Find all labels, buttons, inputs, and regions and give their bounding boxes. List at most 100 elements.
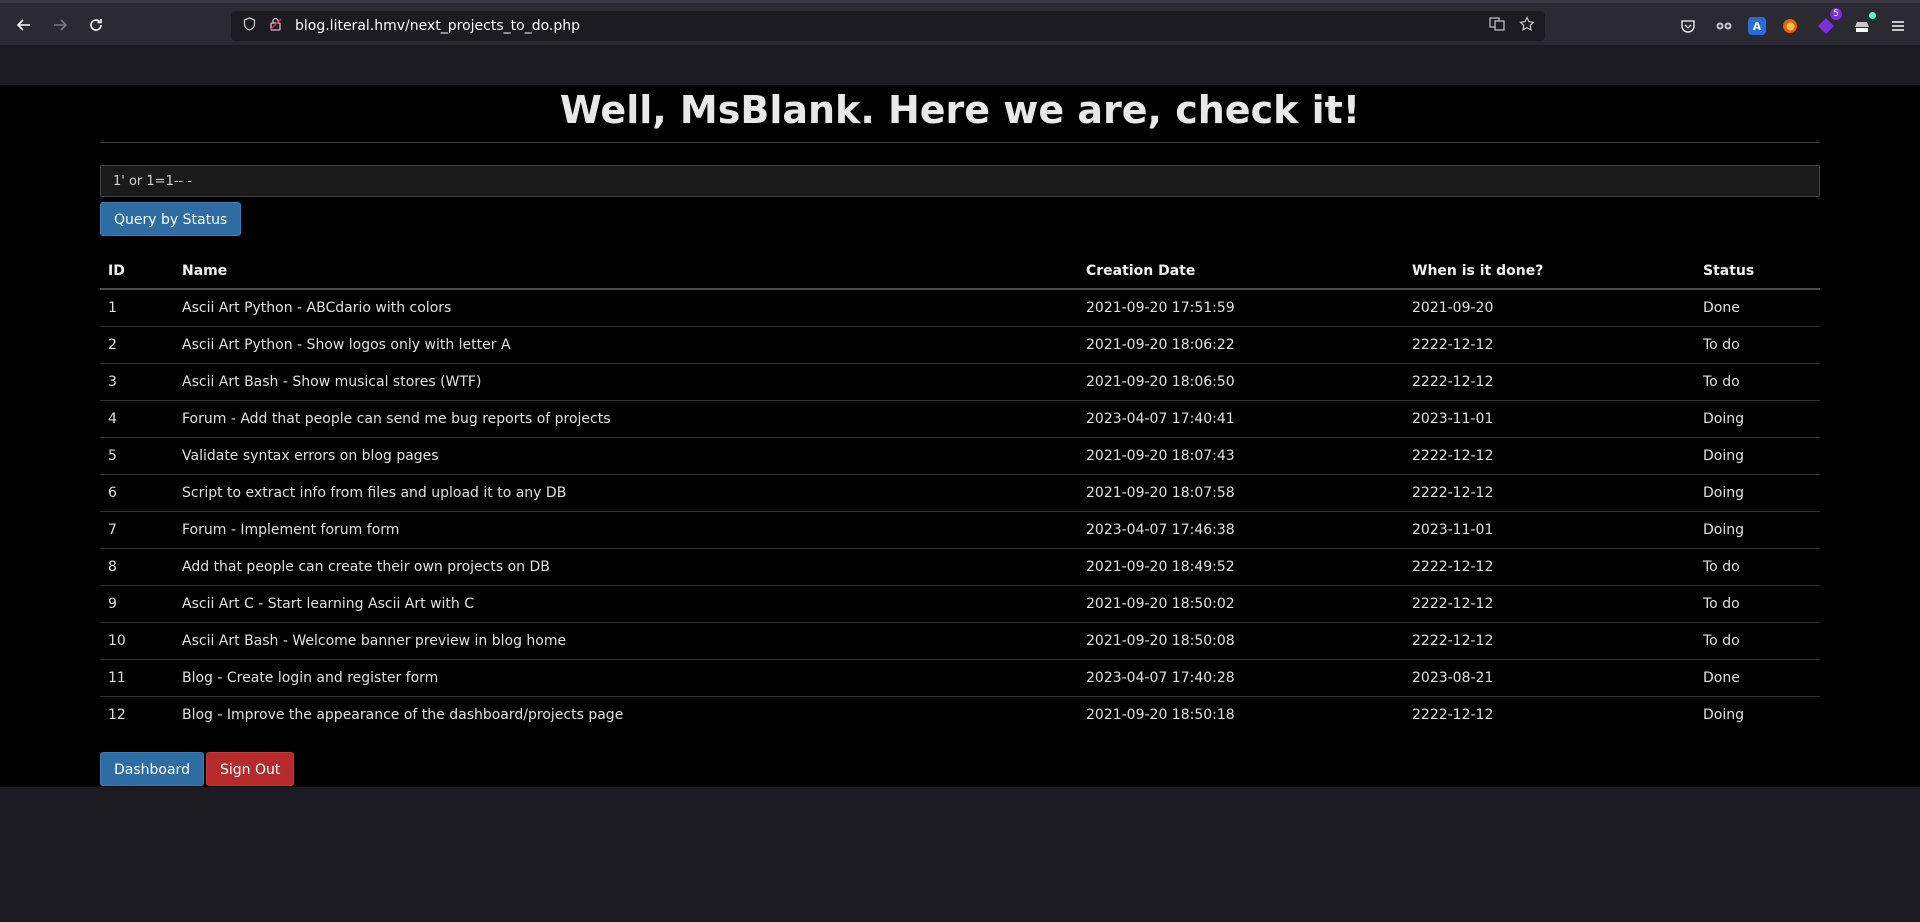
cell-creation-date: 2021-09-20 18:06:50 xyxy=(1078,362,1404,400)
cell-when-done: 2222-12-12 xyxy=(1404,621,1695,659)
projects-table: ID Name Creation Date When is it done? S… xyxy=(100,253,1820,733)
cell-when-done: 2023-11-01 xyxy=(1404,510,1695,548)
cell-name: Forum - Add that people can send me bug … xyxy=(174,399,1078,437)
shield-icon[interactable] xyxy=(241,17,257,35)
dashboard-button[interactable]: Dashboard xyxy=(100,752,204,786)
cell-id: 6 xyxy=(100,473,174,511)
cell-name: Ascii Art Bash - Welcome banner preview … xyxy=(174,621,1078,659)
cell-status: Doing xyxy=(1695,399,1820,437)
cell-name: Ascii Art Python - Show logos only with … xyxy=(174,325,1078,363)
username: MsBlank xyxy=(679,88,861,132)
bookmark-star-icon[interactable] xyxy=(1519,16,1535,36)
cell-status: To do xyxy=(1695,621,1820,659)
cell-creation-date: 2021-09-20 18:07:43 xyxy=(1078,436,1404,474)
query-by-status-button[interactable]: Query by Status xyxy=(100,202,242,236)
table-row: 9 Ascii Art C - Start learning Ascii Art… xyxy=(100,584,1820,622)
translate-extension-icon[interactable]: A xyxy=(1748,17,1766,35)
translate-icon[interactable] xyxy=(1489,16,1505,36)
purple-extension-icon[interactable]: 5 xyxy=(1814,8,1842,38)
table-row: 6 Script to extract info from files and … xyxy=(100,473,1820,511)
cell-creation-date: 2023-04-07 17:46:38 xyxy=(1078,510,1404,548)
cell-name: Blog - Create login and register form xyxy=(174,658,1078,696)
table-row: 11 Blog - Create login and register form… xyxy=(100,658,1820,696)
cell-name: Script to extract info from files and up… xyxy=(174,473,1078,511)
cell-creation-date: 2023-04-07 17:40:41 xyxy=(1078,399,1404,437)
cell-status: Done xyxy=(1695,658,1820,696)
cell-status: Doing xyxy=(1695,695,1820,733)
cell-when-done: 2222-12-12 xyxy=(1404,325,1695,363)
cell-id: 1 xyxy=(108,299,117,316)
status-query-input[interactable] xyxy=(100,165,1820,197)
menu-icon[interactable] xyxy=(1886,14,1910,38)
table-row: 12 Blog - Improve the appearance of the … xyxy=(100,695,1820,733)
cell-id: 5 xyxy=(100,436,174,474)
cell-id: 8 xyxy=(100,547,174,585)
cell-status: Doing xyxy=(1695,436,1820,474)
column-header-status: Status xyxy=(1695,253,1820,290)
table-row: 4 Forum - Add that people can send me bu… xyxy=(100,399,1820,437)
url-text[interactable]: blog.literal.hmv/next_projects_to_do.php xyxy=(295,18,580,34)
cell-name: Validate syntax errors on blog pages xyxy=(174,436,1078,474)
cell-when-done: 2222-12-12 xyxy=(1404,695,1695,733)
cell-id: 9 xyxy=(100,584,174,622)
cell-creation-date: 2021-09-20 18:49:52 xyxy=(1078,547,1404,585)
back-button[interactable] xyxy=(10,13,38,37)
cell-id: 10 xyxy=(100,621,174,659)
cell-id: 11 xyxy=(100,658,174,696)
cell-creation-date: 2021-09-20 18:06:22 xyxy=(1078,325,1404,363)
cell-name: Ascii Art Python - ABCdario with colors xyxy=(182,299,452,316)
forward-arrow-icon xyxy=(54,19,68,31)
glasses-extension-icon[interactable] xyxy=(1712,14,1736,38)
cell-status: Doing xyxy=(1695,510,1820,548)
page-content: Well, MsBlank. Here we are, check it! Qu… xyxy=(0,85,1920,787)
table-row: 7 Forum - Implement forum form 2023-04-0… xyxy=(100,510,1820,548)
browser-toolbar: blog.literal.hmv/next_projects_to_do.php… xyxy=(0,0,1920,45)
firefox-extension-icon[interactable] xyxy=(1778,14,1802,38)
reload-button[interactable] xyxy=(82,13,110,37)
cell-name: Blog - Improve the appearance of the das… xyxy=(174,695,1078,733)
cell-id: 4 xyxy=(100,399,174,437)
cell-creation-date: 2021-09-20 18:50:08 xyxy=(1078,621,1404,659)
extension-badge: 5 xyxy=(1830,8,1842,20)
reload-icon xyxy=(90,19,102,31)
cell-creation-date: 2021-09-20 18:07:58 xyxy=(1078,473,1404,511)
lock-icon[interactable] xyxy=(267,17,283,35)
forward-button[interactable] xyxy=(46,13,74,37)
pocket-icon[interactable] xyxy=(1676,14,1700,38)
cell-creation-date: 2021-09-20 17:51:59 xyxy=(1086,299,1235,316)
cell-status: Done xyxy=(1703,299,1740,316)
column-header-id: ID xyxy=(100,253,174,290)
table-header-row: ID Name Creation Date When is it done? S… xyxy=(100,253,1820,290)
column-header-name: Name xyxy=(174,253,1078,290)
page-title: Well, MsBlank. Here we are, check it! xyxy=(559,88,1361,132)
cell-status: Doing xyxy=(1695,473,1820,511)
table-row: 5 Validate syntax errors on blog pages 2… xyxy=(100,436,1820,474)
page-top-band xyxy=(0,45,1920,85)
notification-dot xyxy=(1869,12,1876,19)
cell-when-done: 2222-12-12 xyxy=(1404,584,1695,622)
cell-status: To do xyxy=(1695,584,1820,622)
cell-when-done: 2222-12-12 xyxy=(1404,473,1695,511)
cell-when-done: 2222-12-12 xyxy=(1404,362,1695,400)
cell-creation-date: 2023-04-07 17:40:28 xyxy=(1078,658,1404,696)
cell-id: 7 xyxy=(100,510,174,548)
table-row: 8 Add that people can create their own p… xyxy=(100,547,1820,585)
sign-out-button[interactable]: Sign Out xyxy=(206,752,295,786)
cell-name: Ascii Art Bash - Show musical stores (WT… xyxy=(174,362,1078,400)
cell-when-done: 2023-08-21 xyxy=(1404,658,1695,696)
cell-id: 2 xyxy=(100,325,174,363)
cell-status: To do xyxy=(1695,547,1820,585)
column-header-when-done: When is it done? xyxy=(1404,253,1695,290)
cell-status: To do xyxy=(1695,325,1820,363)
divider xyxy=(100,142,1820,143)
column-header-creation-date: Creation Date xyxy=(1078,253,1404,290)
cell-name: Add that people can create their own pro… xyxy=(174,547,1078,585)
cell-status: To do xyxy=(1695,362,1820,400)
cell-when-done: 2222-12-12 xyxy=(1404,547,1695,585)
table-row: 10 Ascii Art Bash - Welcome banner previ… xyxy=(100,621,1820,659)
cell-when-done: 2021-09-20 xyxy=(1412,299,1494,316)
hacker-extension-icon[interactable] xyxy=(1850,12,1876,38)
cell-name: Ascii Art C - Start learning Ascii Art w… xyxy=(174,584,1078,622)
address-bar[interactable]: blog.literal.hmv/next_projects_to_do.php xyxy=(231,11,1545,41)
cell-id: 12 xyxy=(100,695,174,733)
